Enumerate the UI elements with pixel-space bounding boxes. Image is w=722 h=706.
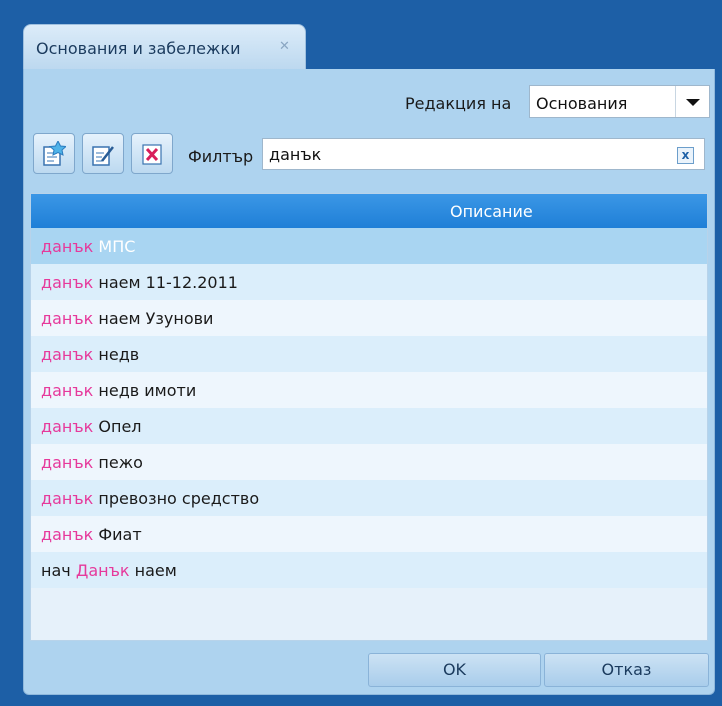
- row-match-highlight: данък: [41, 453, 94, 472]
- close-icon[interactable]: ✕: [279, 39, 290, 54]
- edition-dropdown[interactable]: Основания: [529, 85, 710, 118]
- row-description: данък Фиат: [41, 525, 142, 544]
- row-match-highlight: данък: [41, 381, 94, 400]
- description-grid: Описание данък МПС данък наем 11-12.2011 д…: [30, 193, 708, 641]
- edit-icon: [92, 146, 114, 166]
- row-text: недв имоти: [93, 381, 197, 400]
- table-row[interactable]: данък наем 11-12.2011: [31, 264, 707, 300]
- table-row[interactable]: данък недв: [31, 336, 707, 372]
- table-row[interactable]: данък МПС: [31, 228, 707, 264]
- table-row[interactable]: данък Фиат: [31, 516, 707, 552]
- row-description: данък недв: [41, 345, 139, 364]
- tab-osnovania[interactable]: Основания и забележки ✕: [23, 24, 306, 70]
- table-row[interactable]: нач Данък наем: [31, 552, 707, 588]
- window-frame: Основания и забележки ✕ Редакция на Осно…: [0, 0, 722, 706]
- chevron-down-icon[interactable]: [675, 86, 709, 117]
- edition-selected-value: Основания: [536, 94, 628, 113]
- delete-icon: [142, 144, 162, 165]
- row-description: данък МПС: [41, 237, 135, 256]
- ok-button[interactable]: OK: [368, 653, 541, 687]
- row-match-highlight: данък: [41, 237, 94, 256]
- row-match-highlight: Данък: [75, 561, 130, 580]
- row-description: данък наем Узунови: [41, 309, 213, 328]
- row-text-prefix: нач: [41, 561, 76, 580]
- row-description: нач Данък наем: [41, 561, 177, 580]
- row-description: данък наем 11-12.2011: [41, 273, 238, 292]
- edition-label: Редакция на: [405, 94, 512, 113]
- filter-input[interactable]: [262, 138, 705, 170]
- row-description: данък превозно средство: [41, 489, 259, 508]
- row-text: наем: [129, 561, 177, 580]
- delete-button[interactable]: [131, 133, 173, 174]
- row-text: Опел: [93, 417, 142, 436]
- add-button[interactable]: [33, 133, 75, 174]
- table-row[interactable]: данък превозно средство: [31, 480, 707, 516]
- table-row[interactable]: данък пежо: [31, 444, 707, 480]
- row-text: наем 11-12.2011: [93, 273, 238, 292]
- row-text: МПС: [93, 237, 136, 256]
- table-row[interactable]: данък Опел: [31, 408, 707, 444]
- row-text: недв: [93, 345, 140, 364]
- cancel-button[interactable]: Отказ: [544, 653, 709, 687]
- row-text: Фиат: [93, 525, 142, 544]
- row-match-highlight: данък: [41, 525, 94, 544]
- row-match-highlight: данък: [41, 489, 94, 508]
- row-match-highlight: данък: [41, 345, 94, 364]
- tab-title: Основания и забележки: [36, 39, 241, 58]
- column-header-description: Описание: [450, 202, 533, 221]
- row-description: данък недв имоти: [41, 381, 196, 400]
- dialog-panel: Редакция на Основания Филтър данък x Опи…: [23, 69, 715, 695]
- edit-button[interactable]: [82, 133, 124, 174]
- clear-filter-icon[interactable]: x: [677, 147, 694, 164]
- add-icon: [43, 141, 66, 166]
- filter-label: Филтър: [188, 147, 254, 166]
- table-row[interactable]: данък наем Узунови: [31, 300, 707, 336]
- row-text: пежо: [93, 453, 143, 472]
- row-text: превозно средство: [93, 489, 260, 508]
- row-match-highlight: данък: [41, 417, 94, 436]
- table-row[interactable]: данък недв имоти: [31, 372, 707, 408]
- row-description: данък пежо: [41, 453, 143, 472]
- row-match-highlight: данък: [41, 273, 94, 292]
- row-match-highlight: данък: [41, 309, 94, 328]
- row-description: данък Опел: [41, 417, 142, 436]
- grid-header[interactable]: Описание: [31, 194, 707, 228]
- row-text: наем Узунови: [93, 309, 214, 328]
